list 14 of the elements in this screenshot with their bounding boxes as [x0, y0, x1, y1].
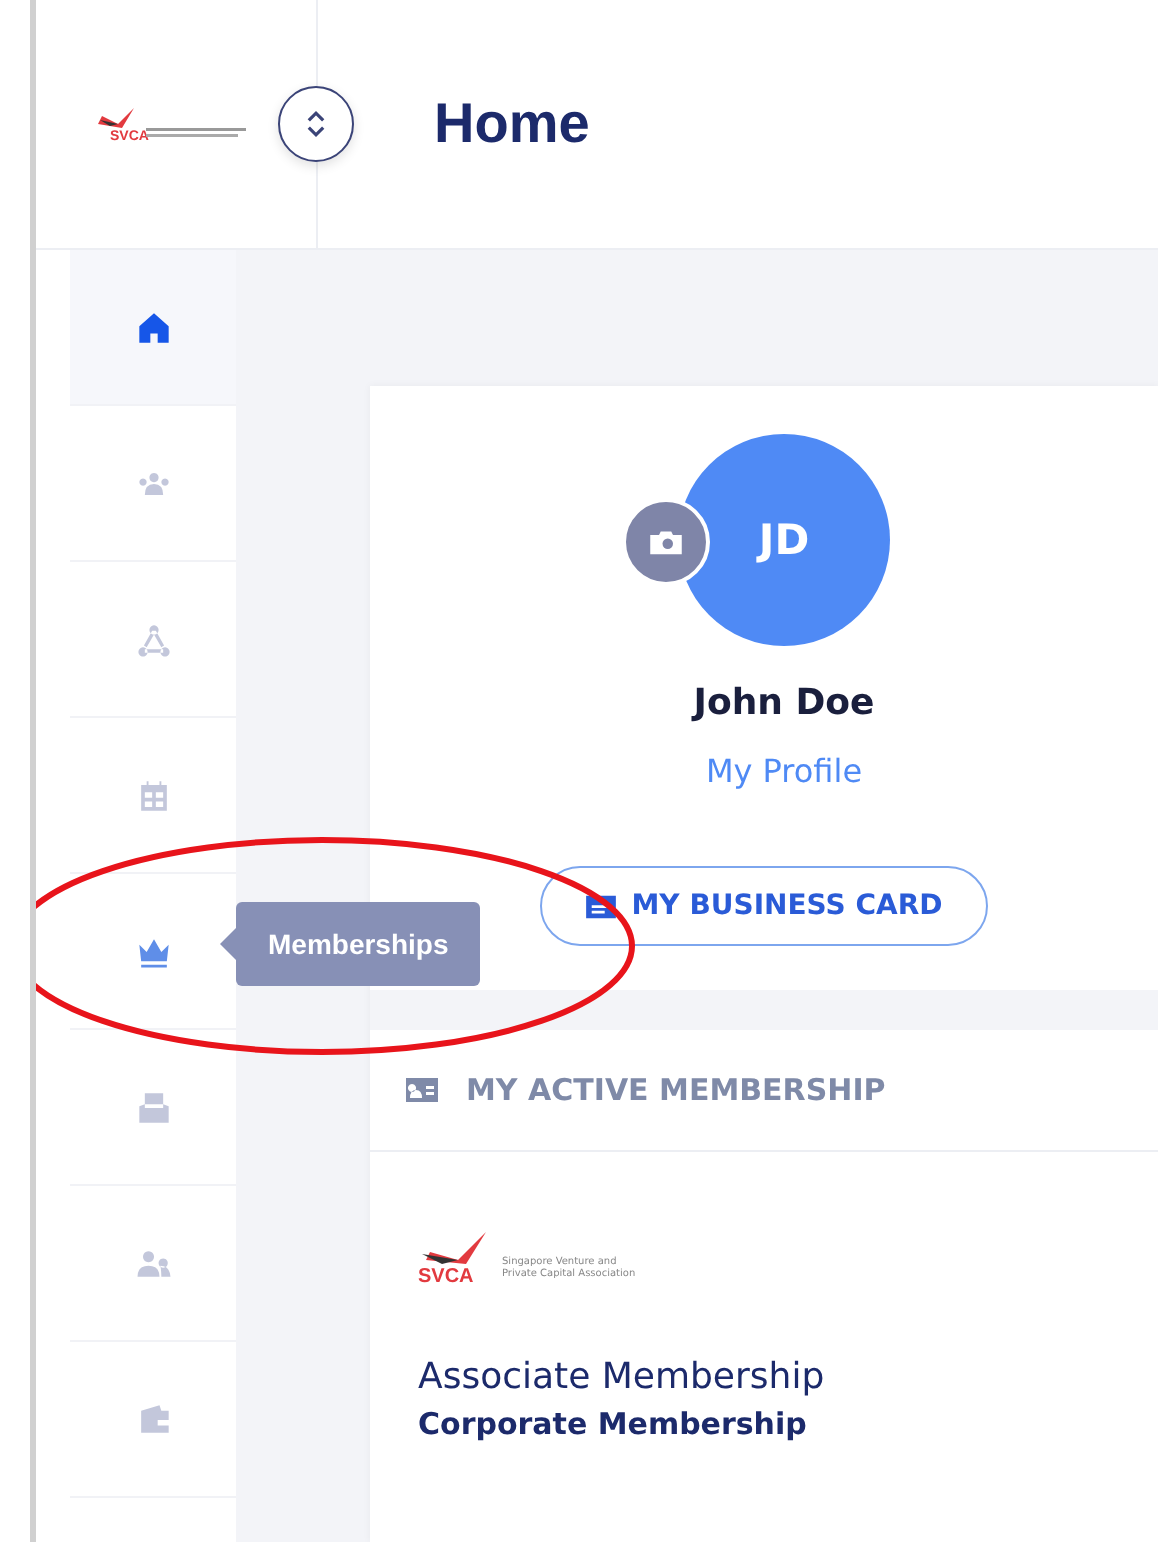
user-name: John Doe	[693, 682, 875, 724]
section-heading: MY ACTIVE MEMBERSHIP	[466, 1072, 886, 1108]
tooltip-pointer-icon	[220, 928, 236, 960]
tooltip: Memberships	[236, 902, 481, 986]
nav-item[interactable]	[70, 250, 236, 406]
membership-type: Corporate Membership	[418, 1406, 809, 1442]
page-title: Home	[434, 92, 590, 156]
my-profile-link[interactable]: My Profile	[705, 752, 863, 790]
card-icon	[585, 893, 616, 919]
membership-title: Associate Membership	[418, 1356, 827, 1398]
business-card-button[interactable]: MY BUSINESS CARD	[539, 866, 989, 946]
camera-icon	[648, 528, 684, 556]
id-card-icon	[406, 1076, 438, 1104]
expand-toggle-button[interactable]	[278, 86, 354, 162]
